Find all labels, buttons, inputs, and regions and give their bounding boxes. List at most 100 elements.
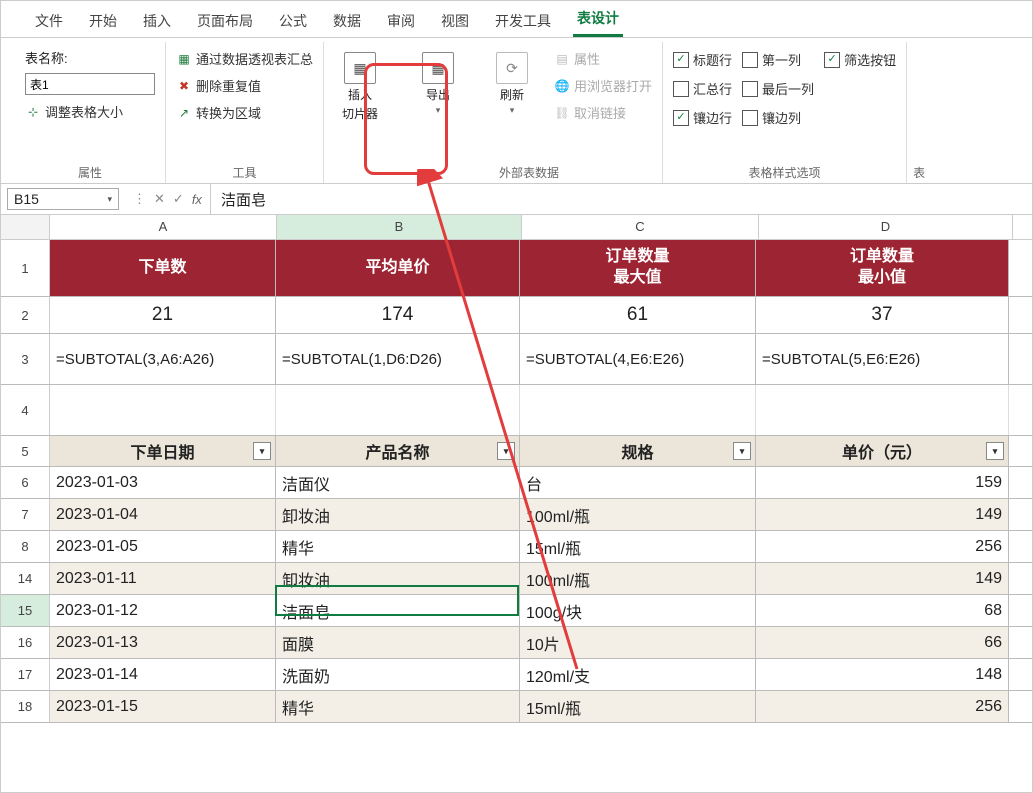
cell-date[interactable]: 2023-01-04 <box>50 499 276 530</box>
cell-date[interactable]: 2023-01-11 <box>50 563 276 594</box>
resize-table-button[interactable]: ⊹ 调整表格大小 <box>25 101 155 122</box>
tab-developer[interactable]: 开发工具 <box>491 3 555 37</box>
opt-filter-button[interactable]: ✓筛选按钮 <box>824 48 896 71</box>
summary-hdr-D[interactable]: 订单数量 最小值 <box>756 240 1009 296</box>
cell-date[interactable]: 2023-01-15 <box>50 691 276 722</box>
opt-last-col[interactable]: 最后一列 <box>742 77 814 100</box>
cell-price[interactable]: 66 <box>756 627 1009 658</box>
col-hdr-date[interactable]: 下单日期▾ <box>50 436 276 466</box>
fx-icon[interactable]: fx <box>192 192 202 207</box>
tab-tabledesign[interactable]: 表设计 <box>573 0 623 37</box>
cell-product[interactable]: 洁面皂 <box>276 595 520 626</box>
row-header[interactable]: 6 <box>1 467 50 498</box>
blank-cell[interactable] <box>756 385 1009 435</box>
cell-spec[interactable]: 台 <box>520 467 756 498</box>
cancel-icon[interactable]: ✕ <box>154 191 165 207</box>
formula-input[interactable]: 洁面皂 <box>211 189 1032 210</box>
blank-cell[interactable] <box>50 385 276 435</box>
worksheet[interactable]: A B C D 1 下单数 平均单价 订单数量 最大值 订单数量 最小值 2 2… <box>1 215 1032 723</box>
row-header[interactable]: 5 <box>1 436 50 466</box>
cell-product[interactable]: 洗面奶 <box>276 659 520 690</box>
summary-hdr-C[interactable]: 订单数量 最大值 <box>520 240 756 296</box>
row-header[interactable]: 16 <box>1 627 50 658</box>
row-header[interactable]: 1 <box>1 240 50 296</box>
summarize-pivot-button[interactable]: ▦ 通过数据透视表汇总 <box>176 48 313 69</box>
cell-product[interactable]: 洁面仪 <box>276 467 520 498</box>
cell-date[interactable]: 2023-01-12 <box>50 595 276 626</box>
cell-product[interactable]: 精华 <box>276 691 520 722</box>
col-hdr-spec[interactable]: 规格▾ <box>520 436 756 466</box>
cell-product[interactable]: 卸妆油 <box>276 563 520 594</box>
filter-icon[interactable]: ▾ <box>986 442 1004 460</box>
col-header-A[interactable]: A <box>50 215 277 239</box>
col-hdr-price[interactable]: 单价（元）▾ <box>756 436 1009 466</box>
row-header[interactable]: 8 <box>1 531 50 562</box>
cell-price[interactable]: 68 <box>756 595 1009 626</box>
row-header[interactable]: 7 <box>1 499 50 530</box>
filter-icon[interactable]: ▾ <box>253 442 271 460</box>
name-box[interactable]: B15 ▾ <box>7 188 119 210</box>
summary-hdr-A[interactable]: 下单数 <box>50 240 276 296</box>
opt-banded-cols[interactable]: 镶边列 <box>742 106 814 129</box>
tab-data[interactable]: 数据 <box>329 3 365 37</box>
col-header-B[interactable]: B <box>277 215 522 239</box>
blank-cell[interactable] <box>276 385 520 435</box>
opt-header-row[interactable]: ✓标题行 <box>673 48 732 71</box>
cell-date[interactable]: 2023-01-05 <box>50 531 276 562</box>
cell-spec[interactable]: 15ml/瓶 <box>520 531 756 562</box>
formula-B[interactable]: =SUBTOTAL(1,D6:D26) <box>276 334 520 384</box>
cell-price[interactable]: 159 <box>756 467 1009 498</box>
export-button[interactable]: ▦ 导出 ▾ <box>406 48 470 116</box>
summary-val-C[interactable]: 61 <box>520 297 756 333</box>
col-header-C[interactable]: C <box>522 215 759 239</box>
cell-date[interactable]: 2023-01-13 <box>50 627 276 658</box>
row-header[interactable]: 2 <box>1 297 50 333</box>
blank-cell[interactable] <box>520 385 756 435</box>
tab-review[interactable]: 审阅 <box>383 3 419 37</box>
formula-D[interactable]: =SUBTOTAL(5,E6:E26) <box>756 334 1009 384</box>
convert-to-range-button[interactable]: ↗ 转换为区域 <box>176 102 313 123</box>
summary-val-D[interactable]: 37 <box>756 297 1009 333</box>
formula-C[interactable]: =SUBTOTAL(4,E6:E26) <box>520 334 756 384</box>
cell-spec[interactable]: 100ml/瓶 <box>520 563 756 594</box>
tab-pagelayout[interactable]: 页面布局 <box>193 3 257 37</box>
filter-icon[interactable]: ▾ <box>733 442 751 460</box>
summary-val-B[interactable]: 174 <box>276 297 520 333</box>
col-hdr-product[interactable]: 产品名称▾ <box>276 436 520 466</box>
insert-slicer-button[interactable]: ▦ 插入 切片器 <box>328 48 392 122</box>
cell-price[interactable]: 256 <box>756 691 1009 722</box>
summary-hdr-B[interactable]: 平均单价 <box>276 240 520 296</box>
row-header[interactable]: 18 <box>1 691 50 722</box>
cell-spec[interactable]: 100ml/瓶 <box>520 499 756 530</box>
cell-date[interactable]: 2023-01-03 <box>50 467 276 498</box>
cell-price[interactable]: 149 <box>756 499 1009 530</box>
cell-spec[interactable]: 15ml/瓶 <box>520 691 756 722</box>
tab-insert[interactable]: 插入 <box>139 3 175 37</box>
cell-spec[interactable]: 120ml/支 <box>520 659 756 690</box>
cell-spec[interactable]: 10片 <box>520 627 756 658</box>
confirm-icon[interactable]: ✓ <box>173 191 184 207</box>
cell-product[interactable]: 面膜 <box>276 627 520 658</box>
cell-date[interactable]: 2023-01-14 <box>50 659 276 690</box>
cell-product[interactable]: 卸妆油 <box>276 499 520 530</box>
opt-first-col[interactable]: 第一列 <box>742 48 814 71</box>
formula-A[interactable]: =SUBTOTAL(3,A6:A26) <box>50 334 276 384</box>
cell-price[interactable]: 256 <box>756 531 1009 562</box>
cell-spec[interactable]: 100g/块 <box>520 595 756 626</box>
row-header[interactable]: 17 <box>1 659 50 690</box>
summary-val-A[interactable]: 21 <box>50 297 276 333</box>
row-header[interactable]: 15 <box>1 595 50 626</box>
row-header[interactable]: 14 <box>1 563 50 594</box>
cell-product[interactable]: 精华 <box>276 531 520 562</box>
cell-price[interactable]: 148 <box>756 659 1009 690</box>
row-header[interactable]: 4 <box>1 385 50 435</box>
tab-view[interactable]: 视图 <box>437 3 473 37</box>
col-header-D[interactable]: D <box>759 215 1013 239</box>
tab-formulas[interactable]: 公式 <box>275 3 311 37</box>
cell-price[interactable]: 149 <box>756 563 1009 594</box>
opt-banded-rows[interactable]: ✓镶边行 <box>673 106 732 129</box>
filter-icon[interactable]: ▾ <box>497 442 515 460</box>
remove-duplicates-button[interactable]: ✖ 删除重复值 <box>176 75 313 96</box>
tab-home[interactable]: 开始 <box>85 3 121 37</box>
table-name-input[interactable] <box>25 73 155 95</box>
